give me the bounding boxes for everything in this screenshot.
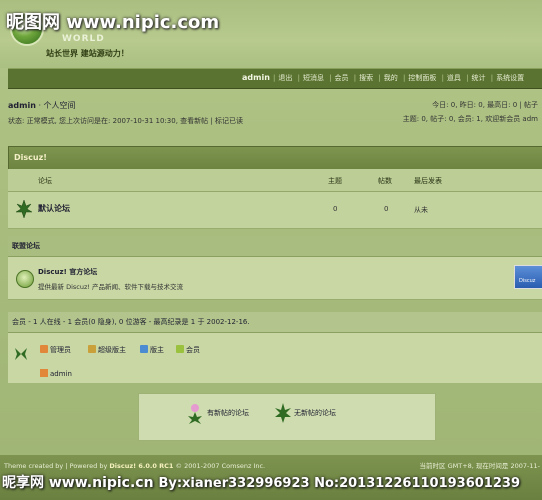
legend-no-new-posts-label: 无新帖的论坛: [294, 409, 336, 417]
forum-leaf-icon: [16, 199, 32, 219]
legend-moderator: 版主: [140, 345, 164, 355]
forum-posts-count: 0: [384, 205, 389, 213]
logo-world-text: WORLD: [62, 34, 105, 44]
alliance-globe-icon: [16, 270, 34, 288]
legend-member: 会员: [176, 345, 200, 355]
admin-icon: [40, 345, 48, 353]
footer-credits: Theme created by | Powered by Discuz! 6.…: [4, 462, 265, 470]
col-last-post: 最后发表: [414, 177, 442, 185]
legend-new-posts: 有新帖的论坛: [188, 404, 249, 424]
alliance-title: 联盟论坛: [12, 242, 40, 250]
legend-super-mod-label: 超级版主: [98, 346, 126, 354]
online-admin-icon: [40, 369, 48, 377]
forum-table-header: 论坛 主题 帖数 最后发表: [8, 169, 542, 192]
stats-totals: 主题: 0, 帖子: 0, 会员: 1, 欢迎新会员 adm: [402, 115, 538, 123]
nav-item-stats[interactable]: 统计: [472, 74, 486, 82]
footer-copyright: © 2001-2007 Comsenz Inc.: [175, 462, 266, 470]
moderator-icon: [140, 345, 148, 353]
forum-legend-box: 有新帖的论坛 无新帖的论坛: [138, 393, 436, 441]
nav-username[interactable]: admin: [242, 73, 270, 82]
nav-item-settings[interactable]: 系统设置: [496, 74, 524, 82]
footer-product-link[interactable]: Discuz! 6.0.0 RC1: [109, 462, 173, 470]
flower-icon: [188, 404, 202, 424]
col-threads: 主题: [328, 177, 342, 185]
forum-last-post: 从未: [414, 206, 428, 214]
user-line: admin · 个人空间: [8, 100, 76, 111]
footer-theme-by: Theme created by: [4, 462, 64, 470]
category-header-alliance[interactable]: 联盟论坛: [8, 236, 542, 257]
legend-new-posts-label: 有新帖的论坛: [207, 409, 249, 417]
legend-admin-label: 管理员: [50, 346, 71, 354]
member-icon: [176, 345, 184, 353]
user-status: 状态: 正常模式, 您上次访问是在: 2007-10-31 10:30, 查看新…: [8, 117, 243, 125]
butterfly-icon: [15, 348, 27, 360]
online-user-name[interactable]: admin: [50, 370, 72, 378]
nav-item-messages[interactable]: 短消息: [303, 74, 324, 82]
stats-today: 今日: 0, 昨日: 0, 最高日: 0 | 帖子: [432, 101, 538, 109]
watermark-top: 昵图网 www.nipic.com: [6, 12, 220, 33]
legend-super-mod: 超级版主: [88, 345, 126, 355]
forum-name-link[interactable]: 默认论坛: [38, 203, 70, 214]
legend-admin: 管理员: [40, 345, 71, 355]
nav-item-members[interactable]: 会员: [335, 74, 349, 82]
logo-tagline: 站长世界 建站源动力！: [46, 49, 129, 58]
col-posts: 帖数: [378, 177, 392, 185]
members-online-panel: 管理员 超级版主 版主 会员 admin: [8, 333, 542, 383]
alliance-row: Discuz! 官方论坛 提供最新 Discuz! 产品新闻、软件下载与技术交流…: [8, 257, 542, 300]
col-forum: 论坛: [38, 177, 52, 185]
watermark-bottom: 昵享网 www.nipic.cn By:xianer332996923 No:2…: [2, 472, 520, 492]
members-summary: 会员 - 1 人在线 - 1 会员(0 隐身), 0 位游客 - 最高纪录是 1…: [12, 318, 250, 326]
nav-item-my[interactable]: 我的: [384, 74, 398, 82]
leaf-icon: [275, 403, 291, 423]
legend-moderator-label: 版主: [150, 346, 164, 354]
navbar: admin | 退出 | 短消息 | 会员 | 搜索 | 我的 | 控制面板 | 道具 | 统计…: [8, 68, 542, 89]
category-title[interactable]: Discuz!: [14, 153, 47, 162]
user-space-link[interactable]: · 个人空间: [38, 101, 75, 110]
members-online-header[interactable]: 会员 - 1 人在线 - 1 会员(0 隐身), 0 位游客 - 最高纪录是 1…: [8, 312, 542, 333]
alliance-banner[interactable]: Discuz: [514, 265, 542, 289]
forum-threads-count: 0: [333, 205, 338, 213]
user-name-link[interactable]: admin: [8, 101, 36, 110]
watermark-bottom-site: 昵享网 www.nipic.cn: [2, 475, 154, 491]
footer-powered-prefix: | Powered by: [65, 462, 108, 470]
forum-row-default: 默认论坛 0 0 从未: [8, 192, 542, 229]
nav-menu: | 退出 | 短消息 | 会员 | 搜索 | 我的 | 控制面板 | 道具 | 统计 | 系统设置: [273, 74, 525, 82]
nav-item-logout[interactable]: 退出: [278, 74, 292, 82]
online-user[interactable]: admin: [40, 369, 72, 378]
alliance-banner-text: Discuz: [519, 278, 536, 284]
header: WORLD 站长世界 建站源动力！ 昵图网 www.nipic.com: [0, 0, 542, 68]
super-moderator-icon: [88, 345, 96, 353]
legend-no-new-posts: 无新帖的论坛: [275, 403, 336, 423]
nav-item-tools[interactable]: 道具: [447, 74, 461, 82]
nav-item-search[interactable]: 搜索: [359, 74, 373, 82]
nav-item-control-panel[interactable]: 控制面板: [408, 74, 436, 82]
legend-member-label: 会员: [186, 346, 200, 354]
watermark-bottom-id: By:xianer332996923 No:201312261101936012…: [158, 476, 520, 491]
alliance-forum-desc: 提供最新 Discuz! 产品新闻、软件下载与技术交流: [38, 283, 184, 291]
category-header-discuz[interactable]: Discuz!: [8, 146, 542, 170]
alliance-forum-link[interactable]: Discuz! 官方论坛: [38, 267, 97, 277]
footer-time: 当前时区 GMT+8, 现在时间是 2007-11-: [419, 462, 540, 470]
